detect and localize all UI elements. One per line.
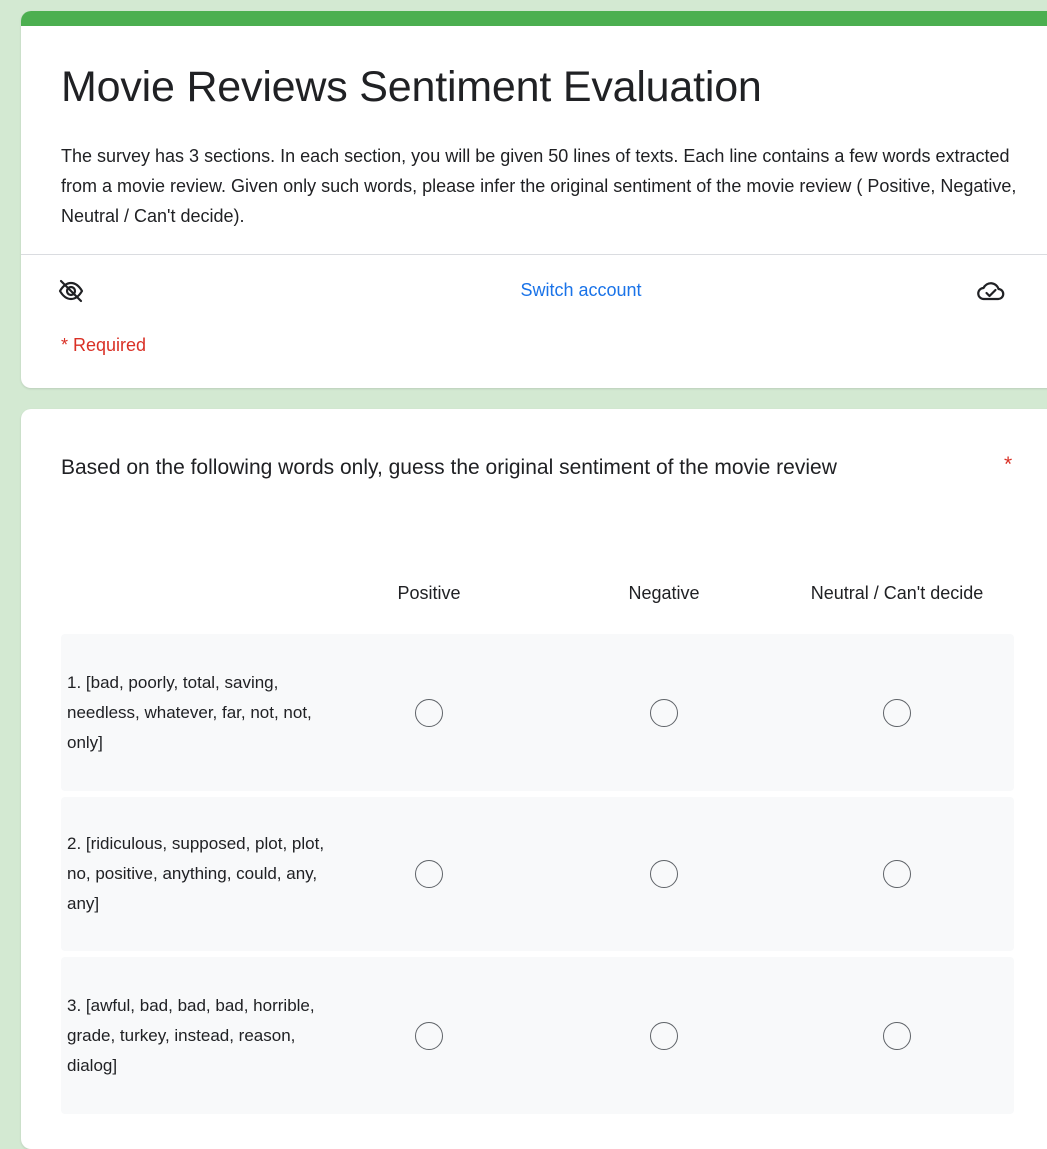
- row-label-2: 2. [ridiculous, supposed, plot, plot, no…: [67, 834, 325, 913]
- radio-row3-negative[interactable]: [650, 1021, 678, 1050]
- form-header-card: Movie Reviews Sentiment Evaluation The s…: [21, 11, 1047, 388]
- radio-row2-positive[interactable]: [415, 860, 443, 888]
- radio-row3-neutral[interactable]: [883, 1021, 911, 1050]
- header-divider: [21, 254, 1047, 255]
- form-description: The survey has 3 sections. In each secti…: [61, 146, 1017, 226]
- form-title: Movie Reviews Sentiment Evaluation: [61, 63, 762, 111]
- row-label-1: 1. [bad, poorly, total, saving, needless…: [67, 672, 312, 752]
- column-header-positive: Positive: [397, 583, 461, 603]
- radio-row1-negative[interactable]: [650, 698, 678, 727]
- required-star: *: [1004, 453, 1013, 476]
- required-note: * Required: [61, 335, 147, 355]
- radio-row1-positive[interactable]: [415, 698, 443, 727]
- radio-row1-neutral[interactable]: [883, 698, 911, 727]
- question-title: Based on the following words only, guess…: [61, 456, 837, 479]
- grid-row-3: 3. [awful, bad, bad, bad, horrible, grad…: [61, 957, 1014, 1114]
- cloud-check-icon: [976, 277, 1006, 305]
- grid-row-2: 2. [ridiculous, supposed, plot, plot, no…: [61, 797, 1014, 951]
- question-card: Based on the following words only, guess…: [21, 409, 1047, 1149]
- grid-row-1: 1. [bad, poorly, total, saving, needless…: [61, 634, 1014, 791]
- switch-account-link[interactable]: Switch account: [461, 280, 701, 301]
- radio-row3-positive[interactable]: [415, 1021, 443, 1050]
- column-header-neutral: Neutral / Can't decide: [810, 583, 984, 603]
- radio-row2-neutral[interactable]: [883, 860, 911, 888]
- radio-row2-negative[interactable]: [650, 860, 678, 888]
- eye-off-icon[interactable]: [57, 277, 85, 305]
- column-header-negative: Negative: [628, 583, 700, 603]
- header-accent-bar: [21, 11, 1047, 26]
- row-label-3: 3. [awful, bad, bad, bad, horrible, grad…: [67, 995, 315, 1075]
